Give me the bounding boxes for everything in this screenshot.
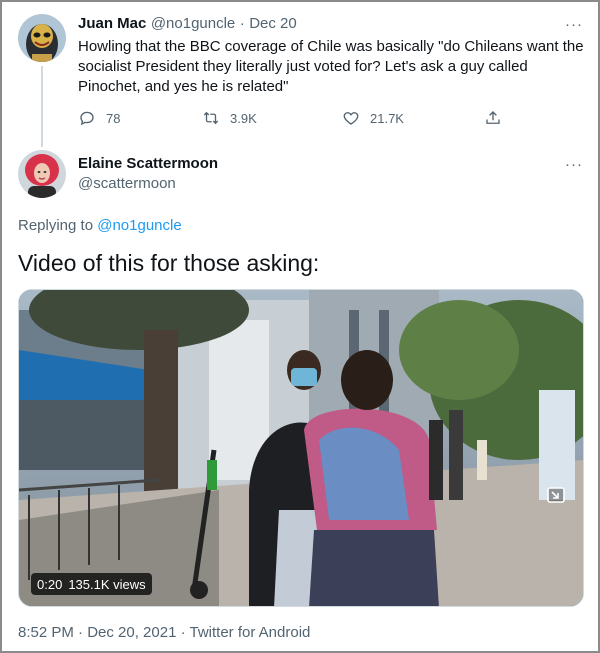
handle[interactable]: @no1guncle [151, 15, 235, 32]
parent-tweet-text: Howling that the BBC coverage of Chile w… [78, 37, 588, 97]
action-bar: 78 3.9K 21.7K [78, 108, 500, 128]
reply-count: 78 [106, 110, 121, 126]
tweet-date[interactable]: Dec 20 [249, 15, 297, 32]
like-button[interactable]: 21.7K [342, 108, 404, 128]
reply-button[interactable]: 78 [78, 108, 120, 128]
tweet-frame: Juan Mac @no1guncle · Dec 20 ··· Howling… [0, 0, 600, 653]
video-stats-badge: 0:20 135.1K views [31, 573, 152, 595]
parent-header: Juan Mac @no1guncle · Dec 20 [78, 15, 297, 33]
reply-icon [80, 111, 94, 126]
replying-to-handle-link[interactable]: @no1guncle [97, 217, 181, 234]
share-button[interactable] [484, 108, 502, 128]
retweet-icon [203, 111, 219, 125]
replying-to-label: Replying to [18, 217, 98, 234]
avatar-juan-mac[interactable] [18, 14, 66, 62]
like-icon [343, 112, 359, 125]
replying-to: Replying to @no1guncle [18, 217, 182, 234]
tweet-text-line: socialist President they literally just … [78, 58, 528, 75]
video-duration: 0:20 [37, 576, 63, 592]
separator: · [239, 15, 245, 32]
avatar-elaine-scattermoon[interactable] [18, 150, 66, 198]
tweet-text-line: Pinochet, and yes he is related" [78, 78, 289, 95]
video-frame-image [19, 290, 583, 606]
reply-tweet-text: Video of this for those asking: [18, 250, 320, 276]
like-count: 21.7K [370, 110, 404, 126]
thread-line [41, 66, 43, 147]
display-name[interactable]: Elaine Scattermoon [78, 155, 218, 172]
video-player[interactable]: 0:20 135.1K views [18, 289, 584, 607]
retweet-count: 3.9K [230, 110, 257, 126]
expand-icon[interactable] [547, 487, 565, 503]
more-options-icon[interactable]: ··· [564, 154, 584, 174]
handle[interactable]: @scattermoon [78, 175, 176, 192]
share-icon [486, 111, 500, 124]
more-options-icon[interactable]: ··· [564, 14, 584, 34]
tweet-timestamp[interactable]: 8:52 PM · Dec 20, 2021 · Twitter for And… [18, 624, 310, 641]
reply-display-name-row: Elaine Scattermoon [78, 155, 218, 173]
video-view-count: 135.1K views [68, 576, 146, 592]
retweet-button[interactable]: 3.9K [202, 108, 257, 128]
display-name[interactable]: Juan Mac [78, 15, 146, 32]
reply-handle-row: @scattermoon [78, 175, 176, 193]
tweet-text-line: Howling that the BBC coverage of Chile w… [78, 38, 584, 55]
